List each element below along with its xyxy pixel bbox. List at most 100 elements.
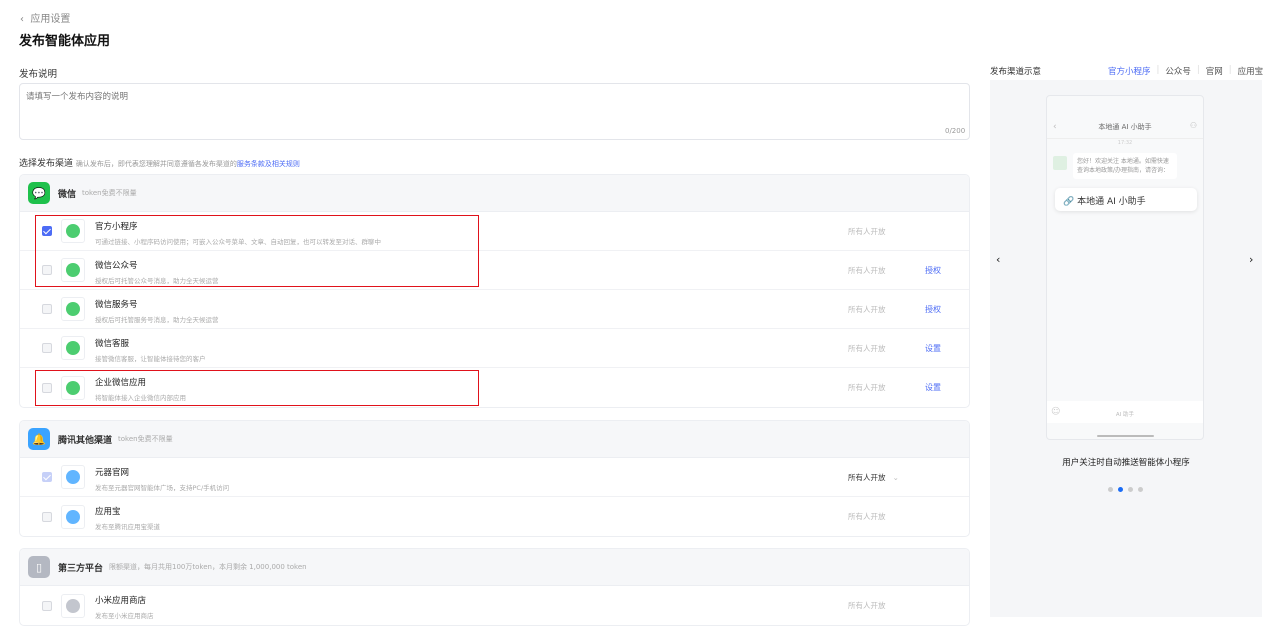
channel-icon [61, 258, 85, 282]
channel-desc: 发布至元器官网智能体广场，支持PC/手机访问 [95, 484, 230, 492]
channel-desc: 发布至腾讯应用宝渠道 [95, 523, 160, 531]
carousel-dot[interactable] [1128, 487, 1133, 492]
bot-avatar [1053, 156, 1067, 170]
channel-action-link[interactable]: 设置 [925, 382, 941, 393]
channel-icon [61, 504, 85, 529]
channel-checkbox[interactable] [42, 472, 52, 482]
channel-icon [61, 375, 85, 400]
channel-name: 官方小程序 [95, 222, 138, 232]
prev-arrow-icon[interactable]: ‹ [996, 253, 1000, 266]
preview-title: 发布渠道示意 [990, 67, 1042, 77]
tab-separator: | [1156, 65, 1160, 75]
channel-row: 应用宝发布至腾讯应用宝渠道 所有人开放 [20, 497, 969, 536]
channel-icon [61, 336, 85, 360]
group-sub: 限额渠道，每月共用100万token，本月剩余 1,000,000 token [109, 563, 307, 571]
channel-name: 微信公众号 [95, 261, 138, 271]
channel-name: 微信服务号 [95, 300, 138, 310]
channel-checkbox[interactable] [42, 304, 52, 314]
channel-row: 微信客服 接管微信客服，让智能体接待您的客户 所有人开放 设置 [20, 329, 969, 368]
carousel-dots [1108, 487, 1143, 492]
channel-name: 应用宝 [95, 507, 121, 517]
permission-select[interactable]: 所有人开放 ⌄ [848, 472, 899, 483]
chevron-down-icon: ⌄ [892, 472, 899, 482]
group-header: 💬 微信 token免费不限量 [20, 175, 969, 212]
carousel-dot[interactable] [1138, 487, 1143, 492]
home-indicator [1097, 435, 1154, 437]
channel-group: 💬 微信 token免费不限量 官方小程序 可通过链接、小程序码访问使用；可嵌入公众号… [19, 174, 970, 408]
group-sub: token免费不限量 [118, 435, 173, 443]
channel-action-link[interactable]: 授权 [925, 304, 941, 315]
channel-icon [61, 219, 85, 243]
permission-select[interactable]: 所有人开放 [848, 304, 886, 315]
group-name: 第三方平台 [58, 563, 104, 574]
preview-tab[interactable]: 应用宝 [1238, 65, 1264, 77]
channel-name: 小米应用商店 [95, 596, 147, 606]
preview-tab[interactable]: 公众号 [1165, 65, 1191, 77]
mini-program-card: 🔗 本地通 AI 小助手 [1055, 188, 1197, 211]
permission-select[interactable]: 所有人开放 [848, 511, 886, 522]
channel-desc: 可通过链接、小程序码访问使用；可嵌入公众号菜单、文章、自动回复，也可以转发至对话… [95, 238, 381, 246]
channel-checkbox[interactable] [42, 511, 52, 522]
channel-icon [61, 465, 85, 489]
permission-value: 所有人开放 [848, 512, 886, 521]
channel-checkbox[interactable] [42, 343, 52, 353]
channel-checkbox[interactable] [42, 600, 52, 611]
carousel-dot[interactable] [1118, 487, 1123, 492]
group-icon: 💬 [28, 182, 50, 204]
permission-select[interactable]: 所有人开放 [848, 600, 886, 611]
channel-name: 元器官网 [95, 468, 130, 478]
description-label: 发布说明 [19, 69, 58, 80]
tab-separator: | [1196, 65, 1200, 75]
channel-row: 官方小程序可通过链接、小程序码访问使用；可嵌入公众号菜单、文章、自动回复，也可以… [20, 212, 969, 251]
description-input[interactable] [19, 83, 970, 140]
phone-header: 本地通 AI 小助手 [1098, 123, 1152, 131]
group-header: 🔔 腾讯其他渠道 token免费不限量 [20, 421, 969, 458]
next-arrow-icon[interactable]: › [1249, 253, 1253, 266]
group-name: 微信 [58, 189, 77, 200]
channel-icon [61, 593, 85, 618]
permission-select[interactable]: 所有人开放 [848, 382, 886, 393]
permission-select[interactable]: 所有人开放 [848, 226, 886, 237]
phone-mockup: ‹ 本地通 AI 小助手 ⚇ 17:32 您好！欢迎关注 本地通。如需快速查询本… [1046, 95, 1204, 440]
permission-value: 所有人开放 [848, 226, 886, 236]
channel-desc: 授权后可托管服务号消息，助力全天候运营 [95, 316, 219, 324]
preview-tab[interactable]: 官方小程序 [1108, 65, 1151, 77]
permission-value: 所有人开放 [848, 601, 886, 610]
channel-checkbox[interactable] [42, 226, 52, 236]
channel-desc: 授权后可托管公众号消息，助力全天候运营 [95, 277, 219, 285]
channel-action-link[interactable]: 设置 [925, 343, 941, 354]
channel-action-link[interactable]: 授权 [925, 265, 941, 276]
group-icon: ▯ [28, 556, 50, 578]
permission-select[interactable]: 所有人开放 [848, 343, 886, 354]
phone-time: 17:32 [1117, 140, 1133, 146]
phone-input: AI 助手 [1115, 412, 1135, 418]
preview-tab[interactable]: 官网 [1206, 65, 1223, 77]
card-label: 本地通 AI 小助手 [1077, 197, 1146, 207]
channel-checkbox[interactable] [42, 382, 52, 393]
channel-row: 小米应用商店 发布至小米应用商店 所有人开放 [20, 586, 969, 625]
group-icon: 🔔 [28, 428, 50, 450]
preview-caption: 用户关注时自动推送智能体小程序 [1062, 458, 1190, 468]
channel-name: 企业微信应用 [95, 378, 147, 388]
channel-desc: 将智能体接入企业微信内部应用 [95, 394, 186, 402]
page-title: 发布智能体应用 [19, 34, 111, 49]
permission-select[interactable]: 所有人开放 [848, 265, 886, 276]
back-link[interactable]: ‹ 应用设置 [20, 10, 70, 25]
preview-tabs: 官方小程序 | 公众号 | 官网 | 应用宝 [1108, 65, 1263, 77]
group-name: 腾讯其他渠道 [58, 435, 113, 446]
channel-group: ▯ 第三方平台 限额渠道，每月共用100万token，本月剩余 1,000,000 … [19, 548, 970, 626]
permission-value: 所有人开放 [848, 472, 886, 482]
permission-value: 所有人开放 [848, 343, 886, 353]
channel-row: 企业微信应用将智能体接入企业微信内部应用 所有人开放 设置 [20, 368, 969, 407]
channel-row: 微信公众号授权后可托管公众号消息，助力全天候运营 所有人开放 授权 [20, 251, 969, 290]
channel-icon [61, 297, 85, 321]
group-header: ▯ 第三方平台 限额渠道，每月共用100万token，本月剩余 1,000,000 … [20, 549, 969, 586]
channel-label: 选择发布渠道 确认发布后，即代表您理解并同意遵循各发布渠道的服务条款及相关规则 [19, 156, 300, 169]
channel-desc: 发布至小米应用商店 [95, 612, 154, 620]
permission-value: 所有人开放 [848, 304, 886, 314]
channel-checkbox[interactable] [42, 265, 52, 275]
channel-note: 确认发布后，即代表您理解并同意遵循各发布渠道的 [75, 160, 237, 168]
terms-link[interactable]: 服务条款及相关规则 [237, 160, 300, 168]
carousel-dot[interactable] [1108, 487, 1113, 492]
char-counter: 0/200 [945, 127, 966, 135]
